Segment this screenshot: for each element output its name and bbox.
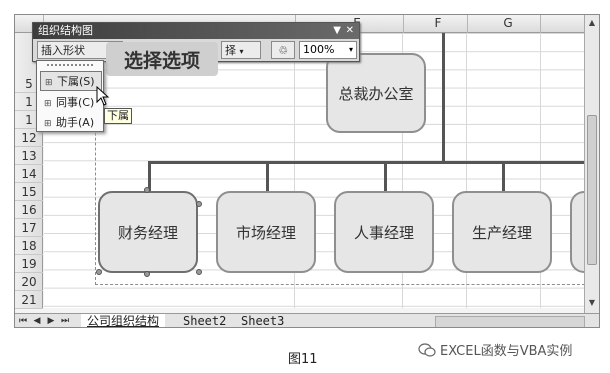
- toolbar-title: 组织结构图: [38, 24, 93, 37]
- subordinate-icon: ⊞: [45, 78, 53, 88]
- org-node-label: 财务经理: [117, 223, 178, 242]
- row-header[interactable]: 15: [15, 183, 43, 201]
- menu-item-coworker[interactable]: ⊞ 同事(C): [40, 93, 102, 113]
- chevron-down-icon: ▾: [239, 47, 244, 56]
- row-header[interactable]: 21: [15, 291, 43, 309]
- selection-handle[interactable]: [196, 269, 202, 275]
- column-separator: [403, 15, 404, 33]
- connector-line: [148, 161, 586, 164]
- row-header[interactable]: 16: [15, 201, 43, 219]
- org-node-child[interactable]: 生产经理: [452, 191, 552, 273]
- row-header[interactable]: 13: [15, 147, 43, 165]
- tooltip: 下属: [104, 108, 132, 124]
- prev-sheet-icon[interactable]: ◀: [31, 316, 43, 326]
- next-sheet-icon[interactable]: ▶: [45, 316, 57, 326]
- select-label: 择: [225, 44, 236, 57]
- scrollbar-thumb[interactable]: [587, 115, 597, 265]
- sheet-tab-bar: ⏮ ◀ ▶ ⏭ 公司组织结构 Sheet2 Sheet3: [15, 313, 599, 327]
- tooltip-text: 下属: [107, 109, 129, 122]
- chevron-down-icon: ▾: [348, 45, 353, 54]
- vertical-scrollbar[interactable]: ▲ ▼: [584, 15, 599, 313]
- sheet-tab-active[interactable]: 公司组织结构: [81, 314, 166, 327]
- org-node-label: 人事经理: [353, 223, 414, 242]
- select-button[interactable]: 择 ▾: [221, 41, 261, 59]
- connector-line: [442, 33, 445, 163]
- mouse-cursor-icon: [96, 86, 110, 106]
- last-sheet-icon[interactable]: ⏭: [59, 316, 71, 326]
- org-node-label: 生产经理: [471, 223, 532, 242]
- scroll-up-icon[interactable]: ▲: [587, 17, 597, 29]
- menu-item-label: 助手: [56, 116, 78, 129]
- connector-line: [384, 161, 387, 191]
- menu-grip[interactable]: [47, 64, 93, 67]
- autoformat-icon: ♲: [278, 44, 288, 57]
- org-node-label: 总裁办公室: [338, 84, 414, 103]
- row-header[interactable]: 17: [15, 219, 43, 237]
- column-header-g[interactable]: G: [501, 16, 515, 30]
- row-header[interactable]: 18: [15, 237, 43, 255]
- scroll-down-icon[interactable]: ▼: [587, 297, 597, 309]
- watermark-text: EXCEL函数与VBA实例: [440, 344, 573, 359]
- watermark: EXCEL函数与VBA实例: [418, 340, 572, 359]
- menu-item-key: (A): [78, 116, 95, 129]
- column-separator: [540, 15, 541, 33]
- caption-text: 图11: [288, 352, 318, 367]
- row-header[interactable]: 14: [15, 165, 43, 183]
- menu-item-label: 下属: [57, 75, 79, 88]
- menu-item-subordinate[interactable]: ⊞ 下属(S): [40, 71, 102, 91]
- column-header-f[interactable]: F: [431, 16, 445, 30]
- org-node-label: 市场经理: [235, 223, 296, 242]
- insert-shape-label: 插入形状: [41, 44, 85, 57]
- assistant-icon: ⊞: [44, 119, 52, 129]
- wechat-icon: [418, 342, 436, 357]
- first-sheet-icon[interactable]: ⏮: [17, 316, 29, 326]
- horizontal-scrollbar[interactable]: [435, 316, 585, 327]
- insert-shape-menu: ⊞ 下属(S) ⊞ 同事(C) ⊞ 助手(A): [36, 60, 104, 132]
- org-node-child[interactable]: 财务经理: [98, 191, 198, 273]
- toolbar-options-icon[interactable]: ▼: [333, 23, 341, 39]
- close-icon[interactable]: ✕: [346, 23, 354, 39]
- coworker-icon: ⊞: [44, 99, 52, 109]
- sheet-tab[interactable]: Sheet2: [177, 314, 232, 327]
- connector-line: [502, 161, 505, 191]
- menu-item-key: (S): [79, 75, 95, 88]
- toolbar-titlebar[interactable]: 组织结构图 ▼ ✕: [33, 23, 359, 39]
- selection-handle[interactable]: [144, 271, 150, 277]
- zoom-value: 100%: [303, 43, 335, 56]
- figure-caption: 图11: [288, 348, 318, 367]
- callout-label: 选择选项: [106, 42, 218, 76]
- selection-handle[interactable]: [144, 187, 150, 193]
- screenshot: E F G 5 1 1 12 13 14 15 16 17 18 19 20 2…: [0, 0, 610, 373]
- sheet-tab[interactable]: Sheet3: [235, 314, 290, 327]
- column-separator: [467, 15, 468, 33]
- selection-handle[interactable]: [196, 201, 202, 207]
- org-node-child[interactable]: 市场经理: [216, 191, 316, 273]
- org-node-top[interactable]: 总裁办公室: [326, 53, 426, 133]
- connector-line: [266, 161, 269, 191]
- selection-handle[interactable]: [96, 269, 102, 275]
- menu-item-assistant[interactable]: ⊞ 助手(A): [40, 113, 102, 133]
- row-header[interactable]: 19: [15, 255, 43, 273]
- row-header[interactable]: 20: [15, 273, 43, 291]
- menu-item-key: (C): [78, 96, 95, 109]
- zoom-select[interactable]: 100% ▾: [299, 41, 357, 59]
- menu-item-label: 同事: [56, 96, 78, 109]
- autoformat-button[interactable]: ♲: [271, 41, 295, 59]
- callout-text: 选择选项: [123, 49, 200, 72]
- org-node-child[interactable]: 人事经理: [334, 191, 434, 273]
